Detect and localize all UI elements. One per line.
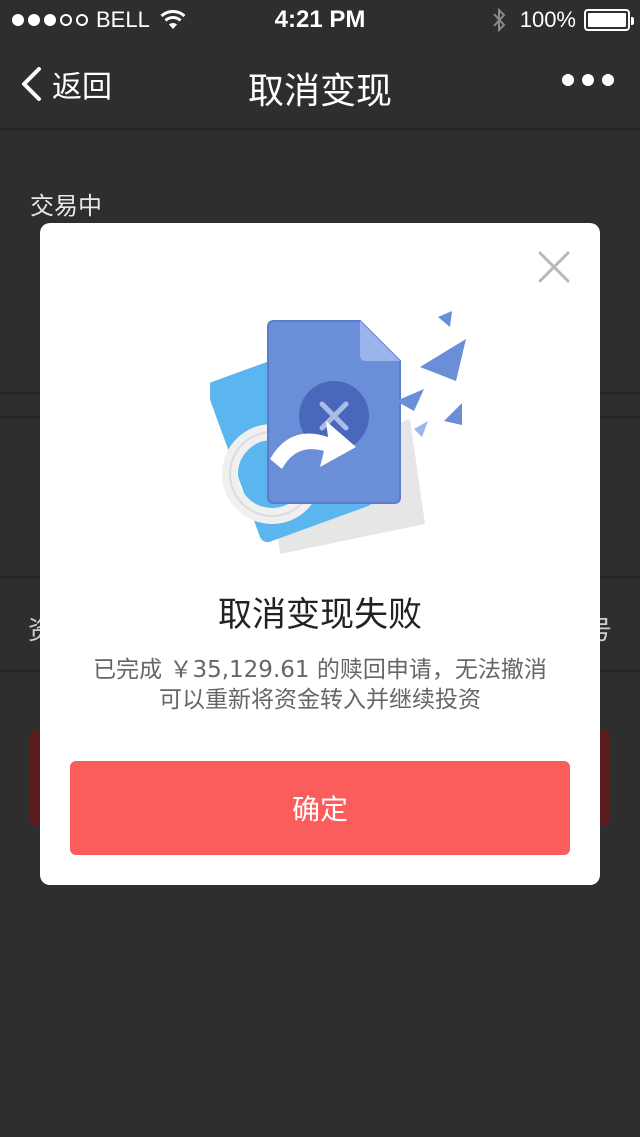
cancel-document-icon (210, 311, 466, 554)
battery-percentage: 100% (519, 7, 576, 32)
back-label: 返回 (52, 70, 112, 105)
navigation-bar: 返回 取消变现 (0, 40, 640, 128)
transaction-status: 交易中 (30, 192, 102, 220)
back-chevron-icon (22, 67, 41, 101)
more-icon[interactable] (562, 74, 614, 86)
dialog-message-line-1: 已完成 ￥35,129.61 的赎回申请，无法撤消 (93, 657, 547, 683)
bluetooth-icon (492, 8, 506, 32)
close-icon[interactable] (534, 247, 574, 287)
back-button[interactable]: 返回 (20, 64, 112, 105)
status-right: 100% (492, 7, 634, 32)
dialog-message-line-2: 可以重新将资金转入并继续投资 (159, 687, 481, 713)
dialog-message: 已完成 ￥35,129.61 的赎回申请，无法撤消 可以重新将资金转入并继续投资 (40, 655, 600, 715)
confirm-button[interactable]: 确定 (70, 761, 570, 855)
battery-icon (584, 9, 634, 31)
cancel-failed-dialog: 取消变现失败 已完成 ￥35,129.61 的赎回申请，无法撤消 可以重新将资金… (40, 223, 600, 885)
dialog-title: 取消变现失败 (218, 595, 422, 635)
status-bar: BELL 4:21 PM 100% (0, 0, 640, 40)
